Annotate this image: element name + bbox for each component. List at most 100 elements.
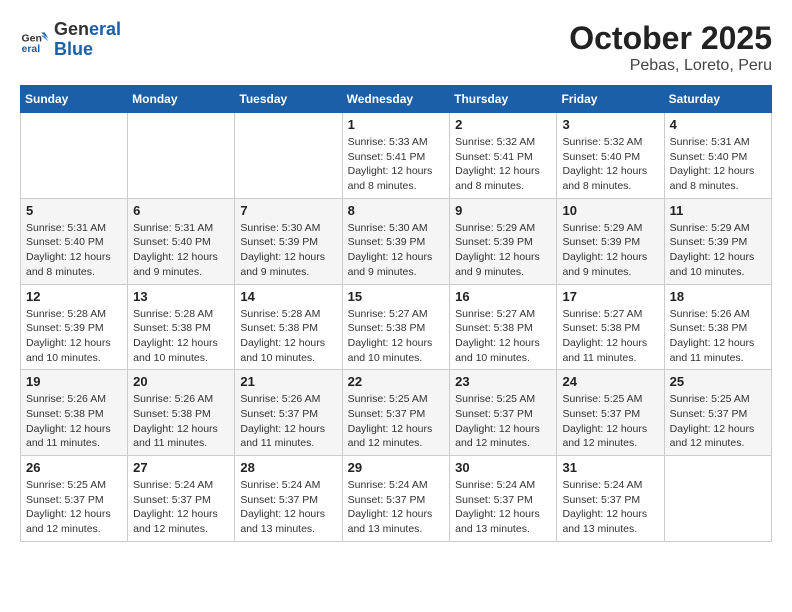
table-row: 3 Sunrise: 5:32 AMSunset: 5:40 PMDaylight… [557,113,664,199]
day-number: 21 [240,374,336,389]
table-row: 2Sunrise: 5:32 AMSunset: 5:41 PMDaylight… [450,113,557,199]
table-row: 24 Sunrise: 5:25 AMSunset: 5:37 PMDayligh… [557,370,664,456]
day-info: Sunrise: 5:29 AMSunset: 5:39 PMDaylight:… [562,221,658,280]
day-info: Sunrise: 5:26 AMSunset: 5:37 PMDaylight:… [240,392,336,451]
day-number: 30 [455,460,551,475]
table-row: 28 Sunrise: 5:24 AMSunset: 5:37 PMDayligh… [235,456,342,542]
day-info: Sunrise: 5:25 AMSunset: 5:37 PMDaylight:… [348,392,445,451]
day-info: Sunrise: 5:25 AMSunset: 5:37 PMDaylight:… [455,392,551,451]
day-number: 6 [133,203,229,218]
day-number: 19 [26,374,122,389]
day-info: Sunrise: 5:31 AMSunset: 5:40 PMDaylight:… [26,221,122,280]
table-row: 29 Sunrise: 5:24 AMSunset: 5:37 PMDayligh… [342,456,450,542]
day-info: Sunrise: 5:28 AMSunset: 5:38 PMDaylight:… [240,307,336,366]
table-row: 19 Sunrise: 5:26 AMSunset: 5:38 PMDayligh… [21,370,128,456]
day-number: 25 [670,374,766,389]
day-info: Sunrise: 5:29 AMSunset: 5:39 PMDaylight:… [455,221,551,280]
day-info: Sunrise: 5:31 AMSunset: 5:40 PMDaylight:… [670,135,766,194]
day-number: 10 [562,203,658,218]
table-row: 14Sunrise: 5:28 AMSunset: 5:38 PMDayligh… [235,284,342,370]
day-number: 1 [348,117,445,132]
day-number: 3 [562,117,658,132]
day-info: Sunrise: 5:27 AMSunset: 5:38 PMDaylight:… [562,307,658,366]
day-info: Sunrise: 5:25 AMSunset: 5:37 PMDaylight:… [26,478,122,537]
table-row: 30 Sunrise: 5:24 AMSunset: 5:37 PMDayligh… [450,456,557,542]
calendar-week-row: 12 Sunrise: 5:28 AMSunset: 5:39 PMDayligh… [21,284,772,370]
day-info: Sunrise: 5:32 AMSunset: 5:40 PMDaylight:… [562,135,658,194]
day-info: Sunrise: 5:24 AMSunset: 5:37 PMDaylight:… [240,478,336,537]
logo: Gen eral General Blue [20,20,121,60]
day-number: 5 [26,203,122,218]
day-info: Sunrise: 5:25 AMSunset: 5:37 PMDaylight:… [670,392,766,451]
day-info: Sunrise: 5:28 AMSunset: 5:38 PMDaylight:… [133,307,229,366]
day-number: 12 [26,289,122,304]
table-row: 6 Sunrise: 5:31 AMSunset: 5:40 PMDaylight… [128,198,235,284]
table-row: 31 Sunrise: 5:24 AMSunset: 5:37 PMDayligh… [557,456,664,542]
day-info: Sunrise: 5:25 AMSunset: 5:37 PMDaylight:… [562,392,658,451]
day-info: Sunrise: 5:26 AMSunset: 5:38 PMDaylight:… [26,392,122,451]
header-sunday: Sunday [21,86,128,113]
day-info: Sunrise: 5:30 AMSunset: 5:39 PMDaylight:… [240,221,336,280]
calendar-week-row: 19 Sunrise: 5:26 AMSunset: 5:38 PMDayligh… [21,370,772,456]
calendar-week-row: 1Sunrise: 5:33 AMSunset: 5:41 PMDaylight… [21,113,772,199]
day-number: 16 [455,289,551,304]
header-thursday: Thursday [450,86,557,113]
title-block: October 2025 Pebas, Loreto, Peru [569,20,772,75]
day-info: Sunrise: 5:24 AMSunset: 5:37 PMDaylight:… [562,478,658,537]
calendar-week-row: 26 Sunrise: 5:25 AMSunset: 5:37 PMDayligh… [21,456,772,542]
table-row: 10 Sunrise: 5:29 AMSunset: 5:39 PMDayligh… [557,198,664,284]
table-row [128,113,235,199]
day-number: 2 [455,117,551,132]
table-row: 9 Sunrise: 5:29 AMSunset: 5:39 PMDaylight… [450,198,557,284]
table-row: 7 Sunrise: 5:30 AMSunset: 5:39 PMDaylight… [235,198,342,284]
day-number: 17 [562,289,658,304]
day-number: 22 [348,374,445,389]
day-info: Sunrise: 5:29 AMSunset: 5:39 PMDaylight:… [670,221,766,280]
day-info: Sunrise: 5:24 AMSunset: 5:37 PMDaylight:… [455,478,551,537]
table-row: 4Sunrise: 5:31 AMSunset: 5:40 PMDaylight… [664,113,771,199]
calendar-header-row: Sunday Monday Tuesday Wednesday Thursday… [21,86,772,113]
day-info: Sunrise: 5:24 AMSunset: 5:37 PMDaylight:… [348,478,445,537]
day-number: 24 [562,374,658,389]
day-info: Sunrise: 5:31 AMSunset: 5:40 PMDaylight:… [133,221,229,280]
table-row: 20Sunrise: 5:26 AMSunset: 5:38 PMDayligh… [128,370,235,456]
day-number: 18 [670,289,766,304]
header-wednesday: Wednesday [342,86,450,113]
calendar-week-row: 5 Sunrise: 5:31 AMSunset: 5:40 PMDaylight… [21,198,772,284]
day-info: Sunrise: 5:26 AMSunset: 5:38 PMDaylight:… [670,307,766,366]
table-row: 18 Sunrise: 5:26 AMSunset: 5:38 PMDayligh… [664,284,771,370]
table-row: 23 Sunrise: 5:25 AMSunset: 5:37 PMDayligh… [450,370,557,456]
day-number: 9 [455,203,551,218]
day-number: 26 [26,460,122,475]
table-row: 1Sunrise: 5:33 AMSunset: 5:41 PMDaylight… [342,113,450,199]
logo-text: General Blue [54,20,121,60]
day-number: 15 [348,289,445,304]
day-info: Sunrise: 5:27 AMSunset: 5:38 PMDaylight:… [348,307,445,366]
table-row [664,456,771,542]
day-number: 29 [348,460,445,475]
calendar-title: October 2025 [569,20,772,57]
day-number: 28 [240,460,336,475]
header-monday: Monday [128,86,235,113]
day-number: 11 [670,203,766,218]
table-row: 21 Sunrise: 5:26 AMSunset: 5:37 PMDayligh… [235,370,342,456]
table-row: 26 Sunrise: 5:25 AMSunset: 5:37 PMDayligh… [21,456,128,542]
day-info: Sunrise: 5:28 AMSunset: 5:39 PMDaylight:… [26,307,122,366]
day-number: 31 [562,460,658,475]
table-row: 15 Sunrise: 5:27 AMSunset: 5:38 PMDayligh… [342,284,450,370]
logo-icon: Gen eral [20,25,50,55]
day-number: 20 [133,374,229,389]
day-info: Sunrise: 5:30 AMSunset: 5:39 PMDaylight:… [348,221,445,280]
table-row: 25 Sunrise: 5:25 AMSunset: 5:37 PMDayligh… [664,370,771,456]
table-row: 11 Sunrise: 5:29 AMSunset: 5:39 PMDayligh… [664,198,771,284]
day-number: 7 [240,203,336,218]
day-info: Sunrise: 5:27 AMSunset: 5:38 PMDaylight:… [455,307,551,366]
table-row: 8Sunrise: 5:30 AMSunset: 5:39 PMDaylight… [342,198,450,284]
calendar-subtitle: Pebas, Loreto, Peru [569,57,772,75]
header-saturday: Saturday [664,86,771,113]
table-row: 13Sunrise: 5:28 AMSunset: 5:38 PMDayligh… [128,284,235,370]
day-number: 23 [455,374,551,389]
table-row: 5 Sunrise: 5:31 AMSunset: 5:40 PMDaylight… [21,198,128,284]
header-friday: Friday [557,86,664,113]
table-row: 16 Sunrise: 5:27 AMSunset: 5:38 PMDayligh… [450,284,557,370]
